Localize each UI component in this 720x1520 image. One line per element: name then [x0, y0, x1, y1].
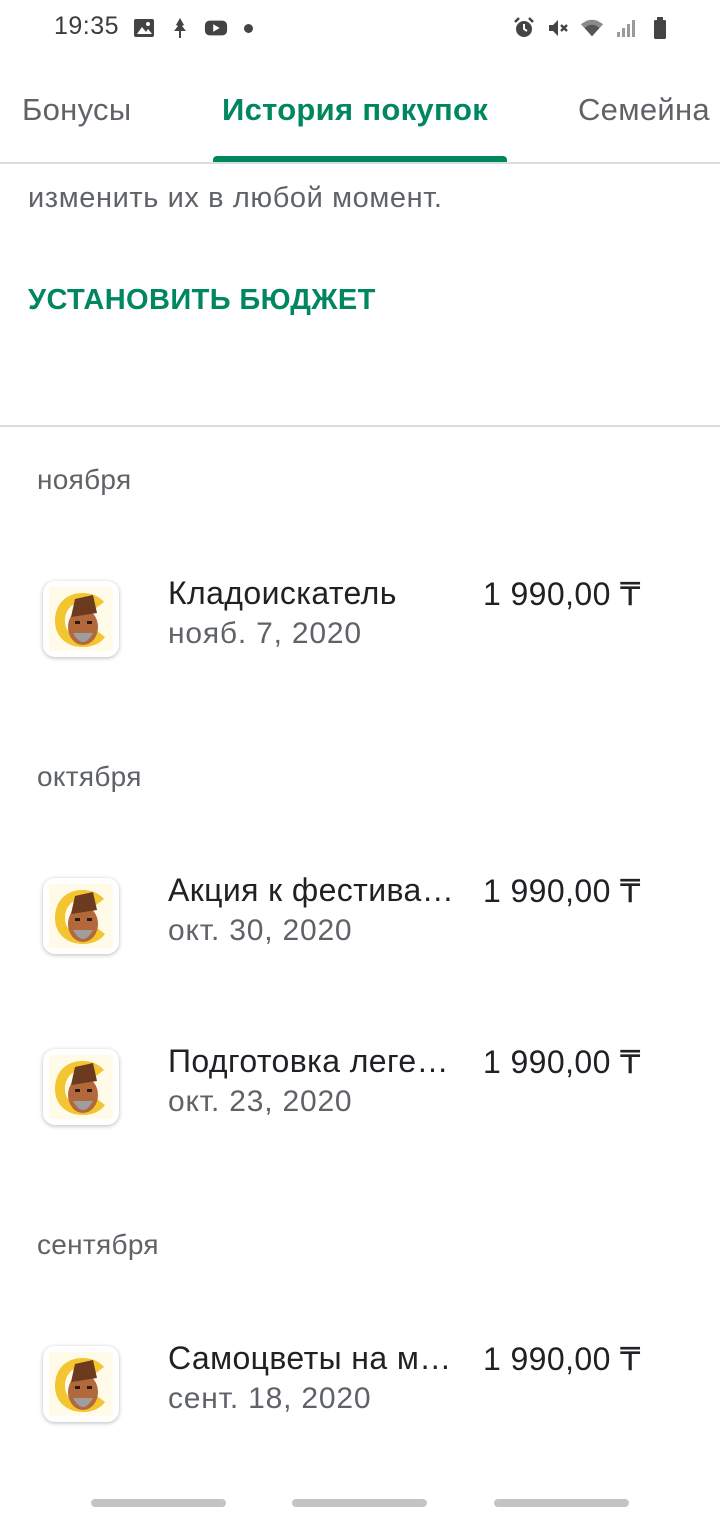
app-icon	[43, 1049, 119, 1125]
alarm-icon	[512, 16, 536, 40]
purchase-price: 1 990,00 ₸	[483, 1341, 641, 1377]
youtube-icon	[204, 16, 228, 40]
purchase-date: нояб. 7, 2020	[168, 617, 362, 650]
month-header: ноября	[37, 464, 132, 495]
section-divider	[0, 425, 720, 427]
purchase-title: Акция к фестива…	[168, 872, 455, 908]
purchase-title: Кладоискатель	[168, 575, 397, 611]
status-time: 19:35	[54, 12, 120, 40]
tab-bar: Бонусы История покупок Семейна	[0, 72, 720, 164]
purchase-date: окт. 30, 2020	[168, 914, 353, 947]
month-header: сентября	[37, 1229, 159, 1260]
app-notification-icon	[168, 16, 192, 40]
app-icon	[43, 581, 119, 657]
purchase-date: сент. 18, 2020	[168, 1382, 372, 1415]
purchase-title: Самоцветы на м…	[168, 1340, 452, 1376]
nav-back-button[interactable]	[494, 1499, 629, 1507]
signal-icon	[614, 16, 638, 40]
purchase-row[interactable]: Кладоискатель нояб. 7, 2020 1 990,00 ₸	[0, 575, 720, 701]
status-bar: 19:35	[0, 0, 720, 56]
purchase-price: 1 990,00 ₸	[483, 1044, 641, 1080]
status-right-icons	[512, 16, 672, 40]
purchase-date: окт. 23, 2020	[168, 1085, 353, 1118]
month-header: октября	[37, 761, 142, 792]
purchase-title: Подготовка леге…	[168, 1043, 449, 1079]
purchase-price: 1 990,00 ₸	[483, 576, 641, 612]
status-left-icons	[132, 16, 253, 40]
mute-icon	[546, 16, 570, 40]
dot-icon	[244, 23, 253, 33]
nav-recents-button[interactable]	[91, 1499, 226, 1507]
purchase-row[interactable]: Акция к фестива… окт. 30, 2020 1 990,00 …	[0, 872, 720, 998]
nav-home-button[interactable]	[292, 1499, 427, 1507]
purchase-row[interactable]: Самоцветы на м… сент. 18, 2020 1 990,00 …	[0, 1340, 720, 1466]
battery-icon	[648, 16, 672, 40]
tab-bonuses[interactable]: Бонусы	[22, 92, 131, 128]
wifi-icon	[580, 16, 604, 40]
tab-purchase-history[interactable]: История покупок	[222, 92, 488, 128]
budget-description: изменить их в любой момент.	[28, 182, 443, 214]
app-icon	[43, 1346, 119, 1422]
purchase-row[interactable]: Подготовка леге… окт. 23, 2020 1 990,00 …	[0, 1043, 720, 1169]
gallery-icon	[132, 16, 156, 40]
active-tab-indicator	[213, 156, 507, 162]
set-budget-button[interactable]: УСТАНОВИТЬ БЮДЖЕТ	[28, 284, 376, 317]
tab-family[interactable]: Семейна	[578, 92, 710, 128]
app-icon	[43, 878, 119, 954]
purchase-price: 1 990,00 ₸	[483, 873, 641, 909]
